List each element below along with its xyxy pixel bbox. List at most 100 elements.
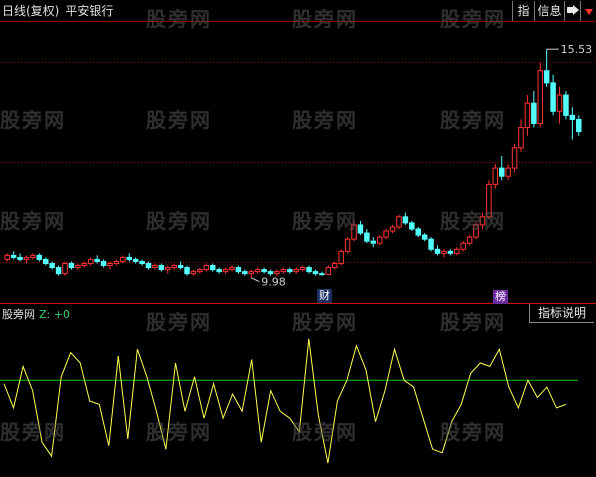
candle-body xyxy=(518,127,524,149)
candle-body xyxy=(421,234,428,240)
candle-body xyxy=(274,271,280,275)
candle-body xyxy=(473,224,479,238)
candle-body xyxy=(152,265,158,269)
candle-body xyxy=(569,114,576,120)
candle-body xyxy=(511,147,518,169)
candle-body xyxy=(235,267,242,273)
candle-body xyxy=(209,265,216,271)
candle-body xyxy=(441,250,447,254)
info-button[interactable]: 信息 xyxy=(534,1,564,21)
candle-body xyxy=(10,254,17,258)
candle-body xyxy=(319,273,325,276)
candlestick-series xyxy=(4,49,582,278)
finance-badge[interactable]: 财 xyxy=(317,289,332,303)
candle-body xyxy=(242,271,248,275)
candle-body xyxy=(550,82,556,112)
candle-body xyxy=(81,263,88,267)
candle-body xyxy=(216,269,222,273)
candle-body xyxy=(177,265,184,269)
ranking-badge[interactable]: 榜 xyxy=(493,290,508,304)
candle-body xyxy=(126,256,132,260)
candle-body xyxy=(100,260,107,267)
candle-body xyxy=(165,267,171,271)
high-price-label: 15.53 xyxy=(561,43,593,56)
candle-body xyxy=(376,236,383,244)
indicator-title: 股旁网 xyxy=(2,308,35,321)
candle-body xyxy=(94,258,100,262)
indicator-z-value: Z: +0 xyxy=(39,308,70,321)
candle-body xyxy=(158,265,165,271)
candle-body xyxy=(145,263,152,269)
candle-body xyxy=(556,94,563,112)
low-price-label: 9.98 xyxy=(261,276,286,289)
candle-body xyxy=(254,269,261,273)
candle-body xyxy=(479,216,486,226)
candle-body xyxy=(184,267,190,275)
candle-body xyxy=(312,271,319,275)
dropdown-button[interactable] xyxy=(580,1,596,21)
candle-body xyxy=(351,224,357,240)
candle-body xyxy=(460,242,466,250)
candle-body xyxy=(531,102,537,124)
candle-body xyxy=(55,267,62,275)
candle-body xyxy=(222,269,229,273)
candle-body xyxy=(447,250,454,254)
candle-body xyxy=(139,260,145,264)
candle-body xyxy=(132,258,139,262)
candle-body xyxy=(75,265,81,269)
candle-body xyxy=(543,70,550,84)
candle-body xyxy=(299,267,306,271)
candle-body xyxy=(434,248,441,254)
candle-body xyxy=(409,222,415,230)
candle-body xyxy=(505,167,511,177)
candle-body xyxy=(107,263,113,267)
candle-body xyxy=(17,256,23,260)
candle-body xyxy=(120,256,126,262)
indicator-series xyxy=(0,338,578,464)
dropdown-icon xyxy=(584,9,593,15)
candle-body xyxy=(486,183,492,218)
chart-header: 日线(复权) 平安银行 xyxy=(2,2,113,20)
candle-body xyxy=(370,240,377,244)
candle-body xyxy=(402,216,409,224)
candle-body xyxy=(524,102,531,129)
candle-body xyxy=(30,254,36,258)
candle-body xyxy=(344,238,351,252)
candle-body xyxy=(415,228,421,236)
candle-body xyxy=(87,258,94,264)
candle-body xyxy=(36,254,43,260)
candle-body xyxy=(267,271,274,275)
candle-body xyxy=(248,271,255,275)
index-button[interactable]: 指 xyxy=(512,1,534,21)
candle-body xyxy=(203,265,210,271)
candle-body xyxy=(49,263,55,269)
candle-body xyxy=(537,70,544,124)
candle-body xyxy=(357,224,364,234)
candle-body xyxy=(389,226,396,232)
stock-name: 平安银行 xyxy=(65,4,114,18)
candle-body xyxy=(454,248,460,254)
chart-canvas[interactable]: 15.53 9.98 xyxy=(0,0,596,477)
arrow-right-icon xyxy=(566,5,579,15)
candle-body xyxy=(171,265,177,269)
stock-chart-window: 15.53 9.98 股旁网 股旁网 股旁网 股旁网 股旁网 股旁网 股旁网 股旁… xyxy=(0,0,596,477)
low-price-pointer xyxy=(251,277,260,283)
period-label[interactable]: 日线(复权) xyxy=(2,4,59,18)
candle-body xyxy=(280,269,287,273)
candle-body xyxy=(331,263,338,269)
indicator-line xyxy=(3,338,567,464)
candle-body xyxy=(68,263,75,269)
candle-body xyxy=(563,94,569,116)
candle-body xyxy=(492,167,499,185)
candle-body xyxy=(293,269,299,273)
candle-body xyxy=(396,216,402,228)
candle-body xyxy=(190,271,197,275)
arrow-right-button[interactable] xyxy=(564,1,580,21)
candle-body xyxy=(23,256,30,260)
candle-body xyxy=(498,167,505,177)
candle-body xyxy=(42,258,49,264)
candle-body xyxy=(62,263,68,275)
indicator-help-button[interactable]: 指标说明 xyxy=(529,304,594,323)
candle-body xyxy=(466,236,473,244)
candle-body xyxy=(261,269,267,273)
